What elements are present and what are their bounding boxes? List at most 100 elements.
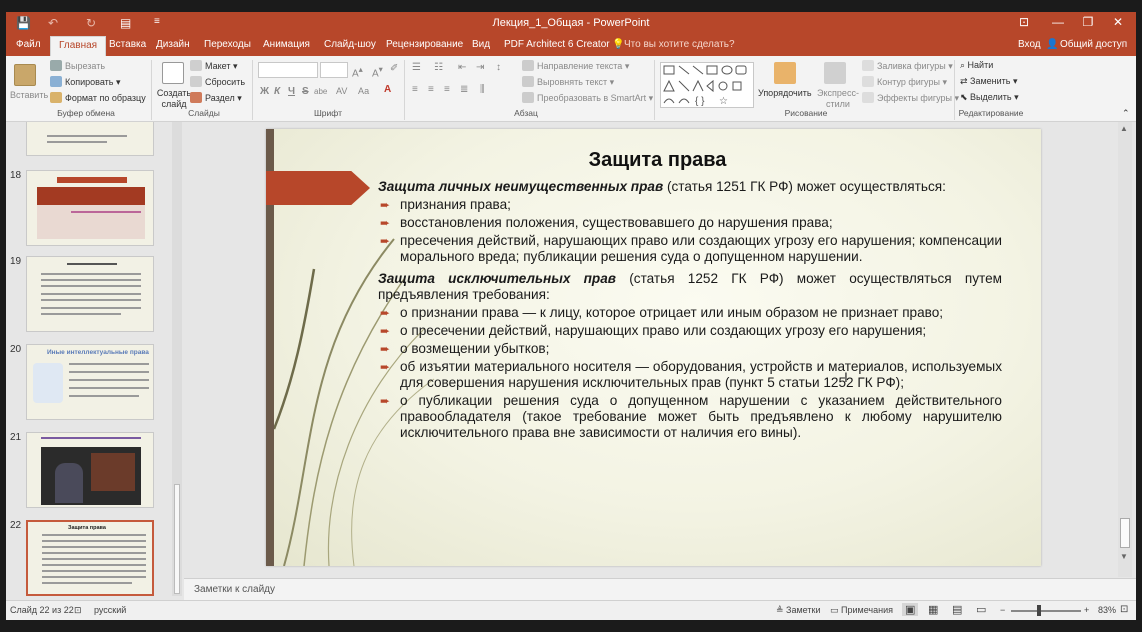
smartart-button[interactable]: Преобразовать в SmartArt ▾: [522, 92, 653, 104]
reset-button[interactable]: Сбросить: [190, 76, 245, 87]
underline-button[interactable]: Ч: [288, 86, 295, 97]
tab-animations[interactable]: Анимация: [263, 39, 310, 50]
align-center-icon[interactable]: ≡: [428, 84, 434, 95]
arrange-button[interactable]: Упорядочить: [758, 88, 812, 98]
cut-button[interactable]: Вырезать: [50, 60, 105, 71]
slideshow-icon[interactable]: ▭: [976, 603, 986, 616]
format-painter-button[interactable]: Формат по образцу: [50, 92, 146, 103]
tab-pdf-architect[interactable]: PDF Architect 6 Creator: [504, 39, 610, 50]
minimize-button[interactable]: —: [1044, 15, 1072, 33]
shape-outline-button[interactable]: Контур фигуры ▾: [862, 76, 947, 88]
scroll-up-icon[interactable]: ▲: [1120, 124, 1128, 133]
slide-thumbnail-20[interactable]: Иные интеллектуальные права: [26, 344, 154, 420]
slide-thumbnail-22[interactable]: Защита права: [26, 520, 154, 596]
thumbnails-scroll-thumb[interactable]: [174, 484, 180, 594]
bold-button[interactable]: Ж: [260, 86, 269, 97]
tab-home[interactable]: Главная: [50, 36, 107, 56]
tell-me-icon[interactable]: 💡: [612, 39, 624, 50]
zoom-level[interactable]: 83%: [1098, 605, 1116, 615]
slide-thumbnail-19[interactable]: [26, 256, 154, 332]
tab-review[interactable]: Рецензирование: [386, 39, 463, 50]
tell-me-input[interactable]: Что вы хотите сделать?: [624, 39, 735, 50]
text-direction-button[interactable]: Направление текста ▾: [522, 60, 629, 72]
editor-scroll-thumb[interactable]: [1120, 518, 1130, 548]
scroll-down-icon[interactable]: ▼: [1120, 552, 1128, 561]
char-spacing-button[interactable]: AV: [336, 86, 347, 96]
magnifier-icon: ⌕: [960, 60, 968, 70]
columns-icon[interactable]: ⫼: [480, 84, 485, 95]
shrink-font-icon[interactable]: A▾: [372, 64, 383, 79]
section-button[interactable]: Раздел ▾: [190, 92, 242, 104]
clear-format-icon[interactable]: ✐: [390, 63, 398, 74]
zoom-slider-knob[interactable]: [1037, 605, 1041, 616]
normal-view-icon[interactable]: ▣: [902, 603, 919, 616]
language-indicator[interactable]: русский: [94, 605, 126, 615]
editor-scrollbar[interactable]: ▲ ▼: [1118, 122, 1132, 577]
italic-button[interactable]: К: [274, 86, 280, 97]
comments-toggle-button[interactable]: ▭ Примечания: [830, 605, 893, 616]
ribbon-display-options-icon[interactable]: ⊡: [1010, 15, 1038, 33]
restore-button[interactable]: ❐: [1074, 15, 1102, 33]
bullets-icon[interactable]: ☰: [412, 62, 421, 73]
paste-button[interactable]: Вставить: [10, 90, 48, 100]
change-case-button[interactable]: Аа: [358, 86, 369, 96]
share-button[interactable]: Общий доступ: [1060, 39, 1127, 50]
slide-thumbnail-17[interactable]: [26, 122, 154, 156]
new-slide-icon[interactable]: [162, 62, 184, 84]
sign-in-link[interactable]: Вход: [1018, 39, 1041, 50]
font-name-box[interactable]: [258, 62, 318, 78]
thumb-text-line: [69, 379, 149, 381]
notes-toggle-button[interactable]: ≜ Заметки: [776, 605, 820, 616]
fit-to-window-icon[interactable]: ⊡: [1120, 604, 1128, 615]
list-item: ➨ о пресечении действий, нарушающих право…: [380, 323, 927, 338]
notes-pane[interactable]: Заметки к слайду: [184, 578, 1136, 600]
align-right-icon[interactable]: ≡: [444, 84, 450, 95]
paste-icon[interactable]: [14, 64, 36, 86]
powerpoint-window: 💾 ↶ ↻ ▤ ≡ Лекция_1_Общая - PowerPoint ⊡ …: [6, 12, 1136, 620]
spellcheck-icon[interactable]: ⊡: [74, 605, 82, 616]
decrease-indent-icon[interactable]: ⇤: [458, 62, 466, 73]
tab-view[interactable]: Вид: [472, 39, 490, 50]
shape-effects-button[interactable]: Эффекты фигуры ▾: [862, 92, 959, 104]
collapse-ribbon-icon[interactable]: ⌃: [1122, 108, 1130, 119]
font-color-icon[interactable]: A: [384, 84, 391, 95]
slide-body-text[interactable]: Защита личных неимущественных прав (стат…: [378, 179, 1002, 443]
copy-button[interactable]: Копировать ▾: [50, 76, 121, 88]
numbering-icon[interactable]: ☷: [434, 62, 443, 73]
quick-styles-icon[interactable]: [824, 62, 846, 84]
shape-fill-button[interactable]: Заливка фигуры ▾: [862, 60, 953, 72]
justify-icon[interactable]: ≣: [460, 84, 468, 95]
find-button[interactable]: ⌕ Найти: [960, 60, 993, 71]
arrange-icon[interactable]: [774, 62, 796, 84]
replace-button[interactable]: ⇄ Заменить ▾: [960, 76, 1018, 87]
grow-font-icon[interactable]: A▴: [352, 64, 363, 79]
notes-placeholder[interactable]: Заметки к слайду: [194, 584, 275, 595]
tab-design[interactable]: Дизайн: [156, 39, 190, 50]
close-button[interactable]: ✕: [1104, 15, 1132, 33]
zoom-in-button[interactable]: +: [1084, 605, 1089, 615]
tab-transitions[interactable]: Переходы: [204, 39, 251, 50]
zoom-slider[interactable]: [1011, 610, 1081, 612]
shapes-gallery[interactable]: { } ☆: [660, 62, 754, 108]
reading-view-icon[interactable]: ▤: [952, 603, 962, 616]
share-icon[interactable]: 👤: [1046, 39, 1058, 50]
quick-styles-button[interactable]: Экспресс-стили: [816, 88, 860, 110]
align-left-icon[interactable]: ≡: [412, 84, 418, 95]
slide-title[interactable]: Защита права: [274, 149, 1041, 172]
slide-thumbnail-18[interactable]: [26, 170, 154, 246]
line-spacing-icon[interactable]: ↕: [496, 62, 501, 73]
current-slide[interactable]: Защита права Защита личных неимущественн…: [266, 129, 1041, 566]
slide-sorter-icon[interactable]: ▦: [928, 603, 938, 616]
align-text-button[interactable]: Выровнять текст ▾: [522, 76, 614, 88]
increase-indent-icon[interactable]: ⇥: [476, 62, 484, 73]
tab-slideshow[interactable]: Слайд-шоу: [324, 39, 376, 50]
text-shadow-button[interactable]: abe: [314, 87, 327, 96]
layout-button[interactable]: Макет ▾: [190, 60, 238, 72]
select-button[interactable]: ⬉ Выделить ▾: [960, 92, 1019, 103]
strikethrough-button[interactable]: S: [302, 86, 309, 97]
font-size-box[interactable]: [320, 62, 348, 78]
slide-thumbnail-21[interactable]: [26, 432, 154, 508]
tab-file[interactable]: Файл: [16, 39, 41, 50]
zoom-out-button[interactable]: −: [1000, 605, 1005, 615]
tab-insert[interactable]: Вставка: [109, 39, 146, 50]
